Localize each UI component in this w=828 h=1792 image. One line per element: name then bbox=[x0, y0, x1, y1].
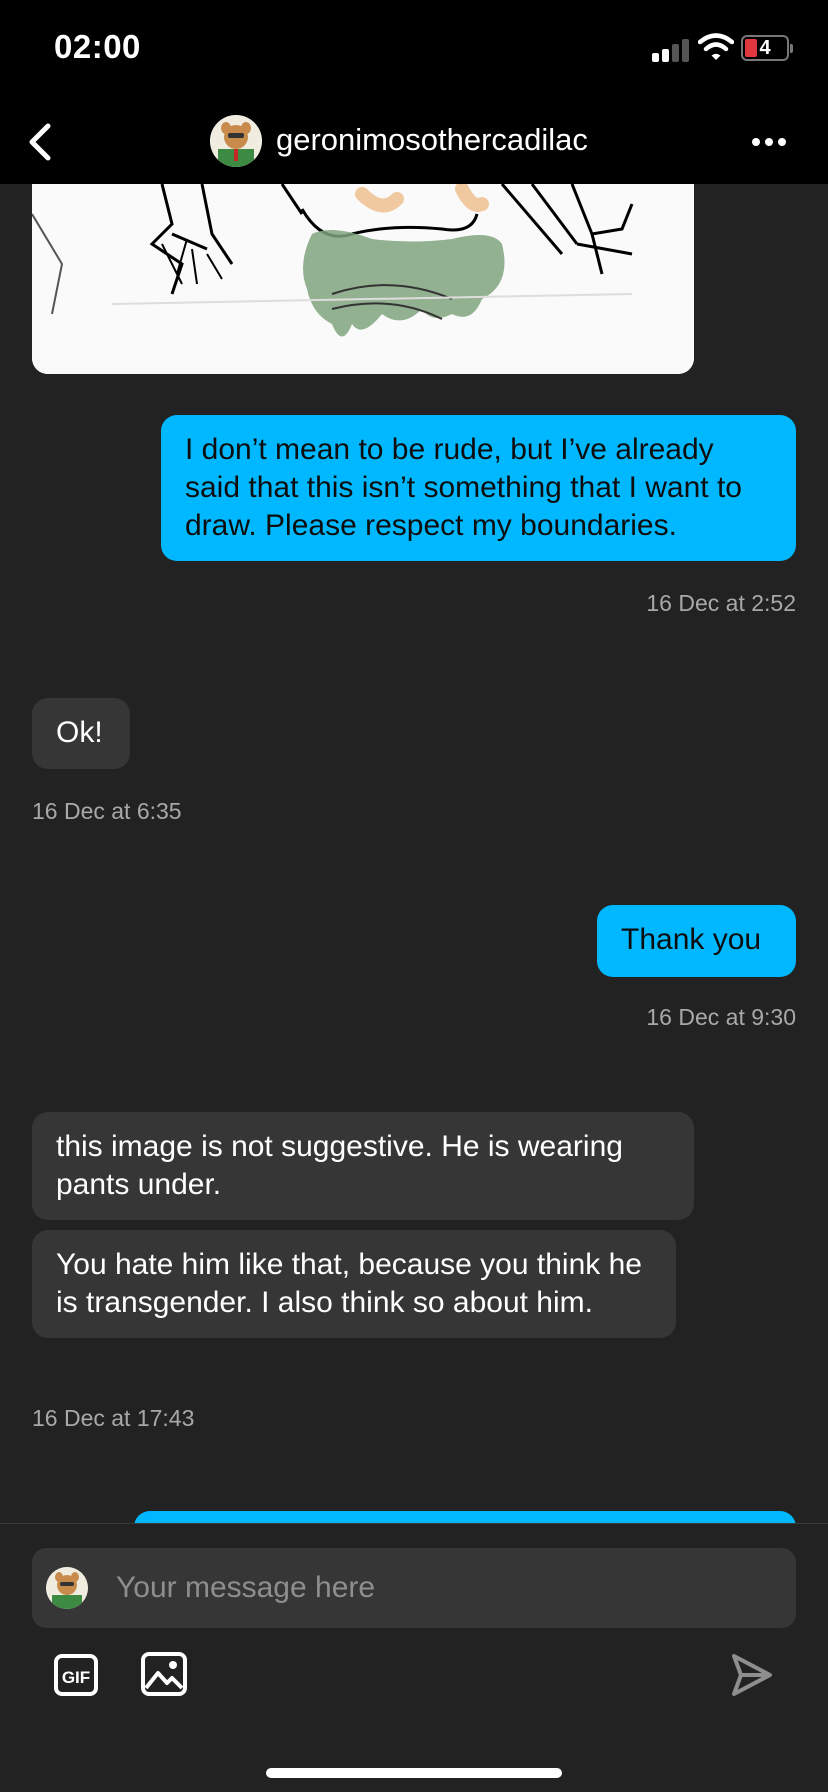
image-icon[interactable] bbox=[141, 1652, 187, 1696]
avatar[interactable] bbox=[210, 115, 262, 167]
conversation-header: geronimosothercadilac bbox=[0, 100, 828, 184]
status-bar: 02:00 4 bbox=[0, 0, 828, 100]
message-input[interactable] bbox=[116, 1548, 776, 1628]
message-timestamp: 16 Dec at 6:35 bbox=[32, 798, 182, 824]
message-bubble[interactable]: Ok! bbox=[32, 698, 130, 769]
message-input-box[interactable] bbox=[32, 1548, 796, 1628]
message-bubble[interactable]: Thank you bbox=[597, 905, 796, 977]
shared-image[interactable] bbox=[32, 184, 694, 374]
message-timestamp: 16 Dec at 17:43 bbox=[32, 1405, 195, 1431]
battery-nub bbox=[790, 44, 793, 53]
cellular-signal-icon bbox=[652, 36, 692, 62]
message-composer: GIF bbox=[0, 1523, 828, 1792]
message-timestamp: 16 Dec at 2:52 bbox=[646, 590, 796, 616]
home-indicator[interactable] bbox=[266, 1768, 562, 1778]
message-bubble[interactable]: this image is not suggestive. He is wear… bbox=[32, 1112, 694, 1220]
dm-screen: 02:00 4 geronimosothercadilac I don’t me… bbox=[0, 0, 828, 1792]
wifi-icon bbox=[698, 33, 734, 60]
message-bubble[interactable]: You hate him like that, because you thin… bbox=[32, 1230, 676, 1338]
more-dots-icon[interactable] bbox=[746, 122, 792, 162]
battery-level: 4 bbox=[759, 37, 771, 59]
send-icon[interactable] bbox=[730, 1652, 774, 1698]
battery-icon: 4 bbox=[741, 35, 789, 61]
gif-label: GIF bbox=[62, 1668, 90, 1687]
message-bubble[interactable]: I don’t mean to be rude, but I’ve alread… bbox=[161, 415, 796, 561]
back-chevron-icon[interactable] bbox=[20, 118, 64, 166]
gif-icon[interactable]: GIF bbox=[54, 1654, 98, 1696]
status-time: 02:00 bbox=[54, 28, 141, 65]
message-list: I don’t mean to be rude, but I’ve alread… bbox=[0, 184, 828, 1524]
conversation-username[interactable]: geronimosothercadilac bbox=[276, 122, 588, 158]
avatar bbox=[46, 1567, 88, 1609]
message-timestamp: 16 Dec at 9:30 bbox=[646, 1004, 796, 1030]
